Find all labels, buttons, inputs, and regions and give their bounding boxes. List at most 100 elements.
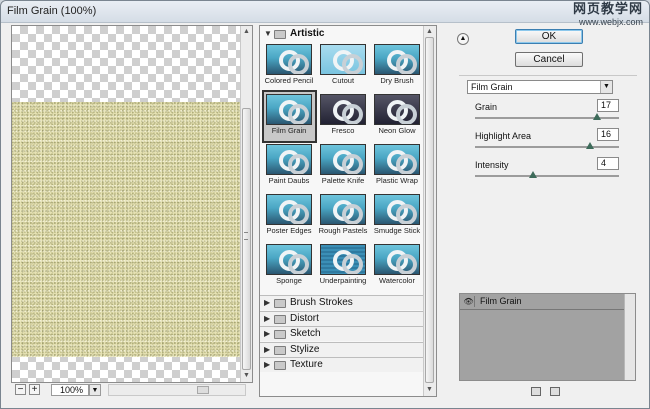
filter-thumb[interactable]: Underpainting xyxy=(316,242,370,292)
filter-preview-image xyxy=(374,244,420,275)
filter-thumb[interactable]: Dry Brush xyxy=(370,42,424,92)
param-slider-knob[interactable] xyxy=(586,142,595,149)
watermark: 网页教学网 www.webjx.com xyxy=(572,2,643,28)
preview-horizontal-scrollbar[interactable] xyxy=(108,384,246,396)
category-texture[interactable]: ▶ Texture xyxy=(260,357,424,373)
category-stylize[interactable]: ▶ Stylize xyxy=(260,341,424,357)
filter-thumb[interactable]: Plastic Wrap xyxy=(370,142,424,192)
param-slider-knob[interactable] xyxy=(593,113,602,120)
filter-thumb[interactable]: Poster Edges xyxy=(262,192,316,242)
zoom-bar: − + 100% ▼ xyxy=(11,383,253,397)
category-label: Distort xyxy=(290,312,319,324)
filter-thumb-label: Smudge Stick xyxy=(373,226,421,235)
filter-thumb[interactable]: Paint Daubs xyxy=(262,142,316,192)
layer-buttons xyxy=(531,387,566,399)
category-distort[interactable]: ▶ Distort xyxy=(260,310,424,326)
filter-thumb[interactable]: Fresco xyxy=(316,92,370,142)
category-brush-strokes[interactable]: ▶ Brush Strokes xyxy=(260,295,424,310)
watermark-line1: 网页教学网 xyxy=(572,2,643,17)
filter-preview-image xyxy=(266,94,312,125)
filter-preview-image xyxy=(266,194,312,225)
category-artistic[interactable]: ▼ Artistic xyxy=(260,27,424,42)
filter-layers-panel: 👁 Film Grain xyxy=(459,293,636,381)
filter-preview-image xyxy=(320,94,366,125)
filter-thumb-label: Watercolor xyxy=(379,276,415,285)
param-highlight-area: Highlight Area 16 xyxy=(475,127,619,155)
zoom-in-button[interactable]: + xyxy=(29,384,40,395)
filter-thumb[interactable]: Film Grain xyxy=(262,90,317,143)
filter-thumb[interactable]: Sponge xyxy=(262,242,316,292)
gallery-scrollbar[interactable]: ▲ ▼ xyxy=(423,26,436,396)
param-slider-track[interactable] xyxy=(475,146,619,148)
param-label: Grain xyxy=(475,102,498,112)
filter-thumb[interactable]: Rough Pastels xyxy=(316,192,370,242)
filter-gallery-window: Film Grain (100%) 网页教学网 www.webjx.com ▲ … xyxy=(0,0,650,409)
collapsed-triangle-icon: ▶ xyxy=(264,344,271,354)
gallery-scroll-up-icon[interactable]: ▲ xyxy=(424,26,435,37)
filter-thumb-label: Cutout xyxy=(331,76,355,85)
category-label: Texture xyxy=(290,359,323,371)
zoom-dropdown-icon[interactable]: ▼ xyxy=(89,384,101,396)
preview-pane[interactable]: ▲ ▼ xyxy=(11,25,253,383)
filter-settings: Film Grain ▼ Grain 17 Highlight Area 16 Inte… xyxy=(459,75,637,195)
filter-thumb[interactable]: Colored Pencil xyxy=(262,42,316,92)
filter-thumb-label: Sponge xyxy=(276,276,302,285)
preview-hscroll-thumb[interactable] xyxy=(197,386,209,394)
category-sketch[interactable]: ▶ Sketch xyxy=(260,326,424,342)
param-value-input[interactable]: 4 xyxy=(597,157,619,170)
filter-thumb-label: Film Grain xyxy=(271,126,307,135)
collapse-gallery-icon[interactable]: ▲ xyxy=(457,33,469,45)
new-effect-layer-icon[interactable] xyxy=(531,387,541,396)
settings-panel: ▲ OK Cancel Film Grain ▼ Grain 17 Highligh… xyxy=(453,25,641,397)
filter-preview-image xyxy=(374,194,420,225)
expanded-triangle-icon: ▼ xyxy=(264,29,272,38)
collapsed-triangle-icon: ▶ xyxy=(264,313,271,323)
filter-preview-image xyxy=(374,44,420,75)
scroll-grip-icon xyxy=(244,232,248,240)
filter-thumb[interactable]: Cutout xyxy=(316,42,370,92)
param-value-input[interactable]: 17 xyxy=(597,99,619,112)
gallery-scroll-down-icon[interactable]: ▼ xyxy=(424,384,435,395)
filter-thumb-label: Poster Edges xyxy=(266,226,312,235)
filter-thumb-label: Fresco xyxy=(331,126,355,135)
param-slider-track[interactable] xyxy=(475,175,619,177)
zoom-out-button[interactable]: − xyxy=(15,384,26,395)
filter-thumb-label: Underpainting xyxy=(319,276,367,285)
gallery-scroll-thumb[interactable] xyxy=(425,37,434,383)
filter-thumb-label: Dry Brush xyxy=(380,76,414,85)
folder-icon xyxy=(274,30,286,39)
folder-icon xyxy=(274,345,286,355)
filter-preview-image xyxy=(320,144,366,175)
cancel-button[interactable]: Cancel xyxy=(515,52,583,67)
delete-effect-layer-icon[interactable] xyxy=(550,387,561,396)
category-label: Brush Strokes xyxy=(290,297,353,308)
ok-button[interactable]: OK xyxy=(515,29,583,44)
title-bar: Film Grain (100%) 网页教学网 www.webjx.com xyxy=(1,1,649,27)
filter-thumb[interactable]: Watercolor xyxy=(370,242,424,292)
filter-thumb[interactable]: Neon Glow xyxy=(370,92,424,142)
filter-thumb[interactable]: Smudge Stick xyxy=(370,192,424,242)
filter-preview-image xyxy=(374,144,420,175)
scroll-down-arrow-icon[interactable]: ▼ xyxy=(241,370,252,381)
eye-visibility-icon[interactable]: 👁 xyxy=(463,296,475,307)
filter-preview-image xyxy=(374,94,420,125)
collapsed-triangle-icon: ▶ xyxy=(264,298,271,307)
filter-preview-image xyxy=(266,144,312,175)
filter-preview-image xyxy=(320,44,366,75)
scroll-up-arrow-icon[interactable]: ▲ xyxy=(241,26,252,37)
filter-preview-image xyxy=(266,44,312,75)
filter-thumb-label: Paint Daubs xyxy=(268,176,310,185)
preview-vertical-scrollbar[interactable]: ▲ ▼ xyxy=(240,26,252,382)
filter-layer-row[interactable]: 👁 Film Grain xyxy=(460,294,624,310)
filter-thumb-label: Plastic Wrap xyxy=(376,176,418,185)
folder-icon xyxy=(274,314,286,324)
folder-icon xyxy=(274,330,286,340)
layers-scrollbar[interactable] xyxy=(624,294,635,380)
filter-thumb[interactable]: Palette Knife xyxy=(316,142,370,192)
zoom-level-field[interactable]: 100% xyxy=(51,384,89,396)
filter-preview-image xyxy=(320,194,366,225)
param-label: Intensity xyxy=(475,160,509,170)
param-slider-knob[interactable] xyxy=(528,171,537,178)
filter-select[interactable]: Film Grain ▼ xyxy=(467,80,613,94)
param-value-input[interactable]: 16 xyxy=(597,128,619,141)
